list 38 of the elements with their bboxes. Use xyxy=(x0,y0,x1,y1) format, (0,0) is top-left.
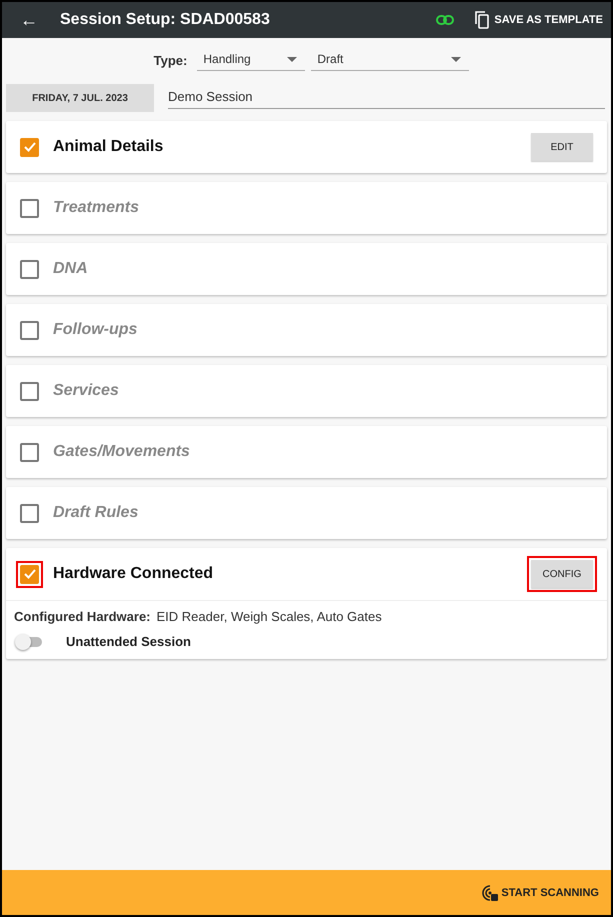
checkbox[interactable] xyxy=(20,198,39,218)
section-label: DNA xyxy=(53,260,88,278)
type-dropdown[interactable]: Handling xyxy=(197,50,306,71)
hardware-label: Configured Hardware: xyxy=(14,609,151,624)
back-button[interactable]: ← xyxy=(14,10,44,30)
checkbox[interactable] xyxy=(20,442,39,462)
section-label: Animal Details xyxy=(53,138,164,156)
checkbox[interactable] xyxy=(20,138,39,156)
copy-icon xyxy=(474,10,490,30)
caret-icon xyxy=(287,56,298,62)
session-name-field[interactable]: Demo Session xyxy=(168,87,605,109)
checkbox[interactable] xyxy=(20,260,39,278)
checkbox[interactable] xyxy=(20,320,39,340)
section-label: Gates/Movements xyxy=(53,443,190,461)
type-dropdown[interactable]: Draft xyxy=(311,50,470,71)
caret-icon xyxy=(451,56,462,62)
section-action-button[interactable]: EDIT xyxy=(531,133,593,161)
section-label: Treatments xyxy=(53,199,139,217)
check-icon xyxy=(24,569,36,579)
section-label: Draft Rules xyxy=(53,504,138,522)
checkbox[interactable] xyxy=(20,564,39,584)
section-label: Services xyxy=(53,382,119,400)
checkbox[interactable] xyxy=(20,504,39,522)
toggle-label: Unattended Session xyxy=(66,634,191,649)
section-label: Follow-ups xyxy=(53,321,138,339)
start-scanning-button[interactable]: START SCANNING xyxy=(481,884,599,902)
scan-lock-icon xyxy=(481,884,500,902)
toggle-switch[interactable] xyxy=(18,636,42,646)
link-icon[interactable] xyxy=(436,14,454,26)
date-button[interactable]: FRIDAY, 7 JUL. 2023 xyxy=(6,84,154,112)
hardware-value: EID Reader, Weigh Scales, Auto Gates xyxy=(156,609,382,624)
section-action-button[interactable]: CONFIG xyxy=(531,560,593,588)
save-as-template-button[interactable]: SAVE AS TEMPLATE xyxy=(474,10,603,30)
check-icon xyxy=(24,142,36,152)
type-label: Type: xyxy=(154,53,188,68)
checkbox[interactable] xyxy=(20,382,39,400)
screen-title: Session Setup: SDAD00583 xyxy=(60,11,270,29)
section-label: Hardware Connected xyxy=(53,565,214,583)
